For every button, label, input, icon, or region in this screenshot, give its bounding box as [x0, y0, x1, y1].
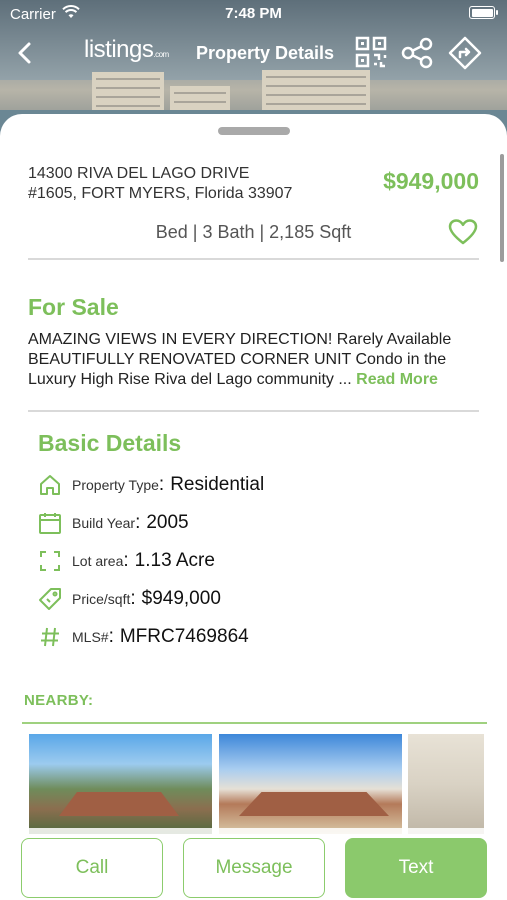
scrollbar[interactable]: [500, 154, 504, 262]
call-button[interactable]: Call: [21, 838, 163, 898]
text-button[interactable]: Text: [345, 838, 487, 898]
read-more-link[interactable]: Read More: [356, 371, 438, 388]
status-bar: Carrier 7:48 PM: [0, 0, 507, 28]
clock: 7:48 PM: [225, 5, 282, 22]
directions-icon: [448, 36, 482, 70]
share-icon: [401, 37, 433, 69]
property-price: $949,000: [383, 168, 479, 194]
battery-icon: [469, 6, 498, 19]
nearby-divider: [22, 722, 487, 724]
hash-icon: [41, 627, 59, 647]
share-button[interactable]: [400, 36, 434, 70]
nearby-photo[interactable]: [219, 734, 402, 834]
detail-row-lot-area: Lot area: 1.13 Acre: [38, 548, 215, 574]
action-bar: Call Message Text: [0, 828, 507, 900]
address-line-2: #1605, FORT MYERS, Florida 33907: [28, 185, 293, 202]
detail-row-mls: MLS#: MFRC7469864: [38, 624, 249, 650]
sheet-grabber[interactable]: [218, 127, 290, 135]
property-specs: Bed | 3 Bath | 2,185 Sqft: [155, 222, 352, 242]
nearby-photo[interactable]: [408, 734, 484, 834]
basic-details-title: Basic Details: [38, 430, 182, 456]
nearby-photo[interactable]: [29, 734, 212, 834]
detail-row-build-year: Build Year: 2005: [38, 510, 189, 536]
favorite-button[interactable]: [448, 218, 478, 246]
property-details-card: 14300 RIVA DEL LAGO DRIVE #1605, FORT MY…: [0, 114, 507, 900]
directions-button[interactable]: [448, 36, 482, 70]
page-title: Property Details: [196, 43, 335, 63]
home-icon: [40, 475, 60, 495]
divider: [28, 410, 479, 412]
calendar-icon: [39, 513, 61, 534]
qr-code-button[interactable]: [355, 36, 387, 68]
nearby-title: NEARBY:: [24, 692, 94, 709]
nav-bar: listings.com Property Details: [0, 30, 507, 76]
message-button[interactable]: Message: [183, 838, 325, 898]
property-address: 14300 RIVA DEL LAGO DRIVE #1605, FORT MY…: [28, 164, 348, 204]
divider: [28, 258, 479, 260]
qr-code-icon: [355, 36, 387, 68]
address-line-1: 14300 RIVA DEL LAGO DRIVE: [28, 165, 250, 182]
expand-icon: [40, 551, 60, 571]
detail-row-property-type: Property Type: Residential: [38, 472, 264, 498]
logo: listings.com: [84, 36, 169, 63]
price-tag-icon: [39, 588, 61, 610]
detail-row-price-per-sqft: Price/sqft: $949,000: [38, 586, 221, 612]
chevron-left-icon: [18, 42, 31, 64]
back-button[interactable]: [10, 38, 40, 68]
listing-status: For Sale: [28, 294, 119, 320]
heart-icon: [448, 219, 478, 245]
property-description: AMAZING VIEWS IN EVERY DIRECTION! Rarely…: [28, 331, 452, 388]
